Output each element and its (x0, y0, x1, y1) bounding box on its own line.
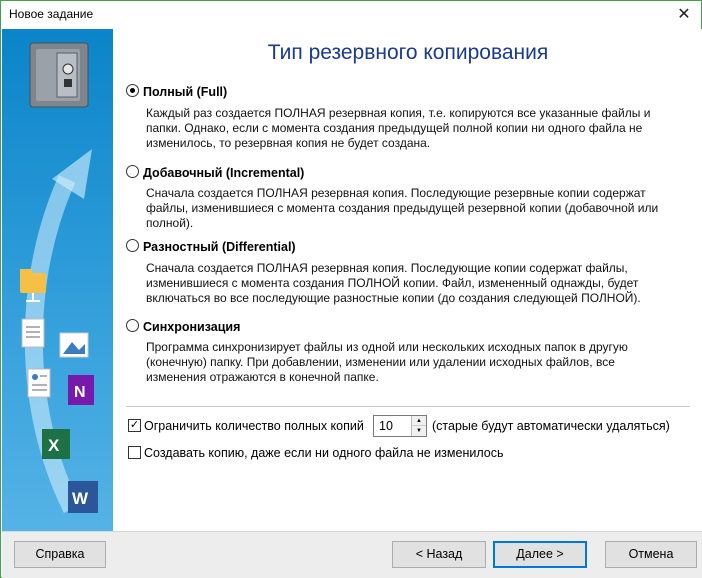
button-bar: Справка < Назад Далее > Отмена (2, 531, 702, 578)
divider (126, 406, 690, 407)
title-bar: Новое задание ✕ (1, 1, 701, 29)
always-copy-checkbox[interactable] (128, 446, 141, 460)
option-full[interactable]: Полный (Full) (126, 84, 227, 99)
word-icon: W (68, 481, 98, 513)
option-differential-label: Разностный (Differential) (143, 239, 296, 254)
svg-text:W: W (72, 489, 89, 508)
close-icon[interactable]: ✕ (667, 1, 701, 29)
desc-line: изменения отражаются в конечной папке. (146, 370, 379, 384)
next-button[interactable]: Далее > (493, 541, 587, 568)
window-title: Новое задание (9, 7, 94, 21)
desc-line: Сначала создается ПОЛНАЯ резервная копия… (146, 261, 628, 275)
stepper-arrows[interactable]: ▲ ▼ (411, 416, 426, 436)
desc-line: Каждый раз создается ПОЛНАЯ резервная ко… (146, 106, 651, 120)
onenote-icon: N (68, 375, 94, 405)
limit-copies-row[interactable]: ✓ Ограничить количество полных копий (128, 419, 364, 433)
desc-line: полной). (146, 216, 194, 230)
radio-sync[interactable] (126, 319, 139, 333)
option-incremental[interactable]: Добавочный (Incremental) (126, 165, 304, 180)
wizard-content: Тип резервного копирования Полный (Full)… (114, 29, 702, 531)
cancel-button[interactable]: Отмена (605, 541, 697, 568)
limit-copies-label: Ограничить количество полных копий (144, 419, 364, 433)
limit-copies-checkbox[interactable]: ✓ (128, 419, 141, 433)
desc-line: файлы, изменившиеся с момента создания п… (146, 201, 659, 215)
help-button[interactable]: Справка (14, 541, 106, 568)
desc-line: изменившиеся с момента создания ПОЛНОЙ к… (146, 276, 639, 290)
desc-line: изменилось, то резервная копия не будет … (146, 136, 431, 150)
stepper-up-icon[interactable]: ▲ (412, 416, 426, 426)
always-copy-row[interactable]: Создавать копию, даже если ни одного фай… (128, 446, 504, 460)
option-differential-desc: Сначала создается ПОЛНАЯ резервная копия… (146, 261, 676, 306)
limit-copies-value[interactable]: 10 (379, 419, 393, 433)
radio-differential[interactable] (126, 239, 139, 253)
svg-text:N: N (74, 384, 86, 401)
option-sync[interactable]: Синхронизация (126, 319, 240, 334)
option-incremental-desc: Сначала создается ПОЛНАЯ резервная копия… (146, 186, 676, 231)
desc-line: Сначала создается ПОЛНАЯ резервная копия… (146, 186, 646, 200)
radio-full[interactable] (126, 84, 139, 98)
stepper-down-icon[interactable]: ▼ (412, 426, 426, 436)
sidebar-artwork: N X W (20, 42, 98, 514)
desc-line: включаться во все последующие разностные… (146, 291, 641, 305)
back-button[interactable]: < Назад (392, 541, 486, 568)
image-icon (59, 332, 89, 358)
limit-copies-stepper[interactable]: 10 ▲ ▼ (373, 415, 427, 437)
option-sync-label: Синхронизация (143, 319, 241, 334)
desc-line: (конечную) папку. При добавлении, измене… (146, 355, 615, 369)
always-copy-label: Создавать копию, даже если ни одного фай… (144, 446, 504, 460)
option-sync-desc: Программа синхронизирует файлы из одной … (146, 340, 676, 385)
option-incremental-label: Добавочный (Incremental) (143, 165, 305, 180)
contacts-icon (27, 368, 51, 398)
option-full-label: Полный (Full) (143, 84, 228, 99)
option-full-desc: Каждый раз создается ПОЛНАЯ резервная ко… (146, 106, 676, 151)
wizard-sidebar: N X W (2, 29, 113, 531)
desc-line: Программа синхронизирует файлы из одной … (146, 340, 628, 354)
desc-line: папки. Однако, если с момента создания п… (146, 121, 643, 135)
option-differential[interactable]: Разностный (Differential) (126, 239, 296, 254)
dialog-window: Новое задание ✕ N X W Тип резервного коп… (0, 0, 702, 578)
radio-incremental[interactable] (126, 165, 139, 179)
page-title: Тип резервного копирования (267, 41, 549, 64)
document-icon (21, 318, 45, 348)
excel-icon: X (42, 429, 70, 459)
limit-copies-note: (старые будут автоматически удаляться) (432, 419, 670, 433)
safe-icon (29, 42, 89, 108)
svg-text:X: X (48, 436, 60, 455)
